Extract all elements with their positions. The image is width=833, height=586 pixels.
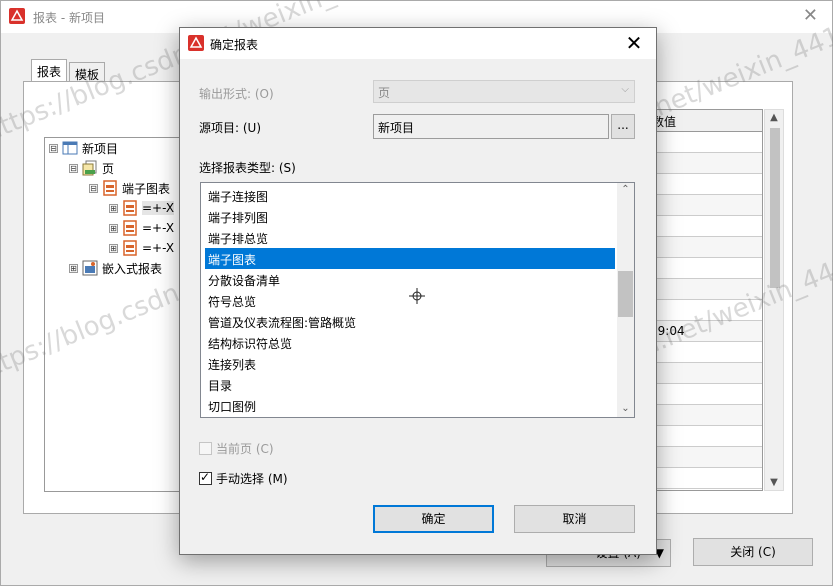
tree-node-label: =+-X: [142, 221, 175, 235]
scroll-up-icon[interactable]: ⌃: [617, 184, 634, 195]
tree-node-label: =+-X: [142, 241, 175, 255]
cancel-button[interactable]: 取消: [514, 505, 635, 533]
list-item[interactable]: 连接列表: [205, 353, 615, 374]
scroll-thumb[interactable]: [770, 128, 780, 288]
tree-node-terminal-strip[interactable]: ⊞ =+-X: [109, 218, 174, 238]
property-grid-scrollbar[interactable]: ▲ ▼: [764, 109, 784, 491]
page-icon: [82, 160, 97, 176]
close-button[interactable]: 关闭 (C): [693, 538, 813, 566]
report-window-title: 报表 - 新项目: [33, 11, 105, 25]
manual-select-checkbox[interactable]: ✓: [199, 470, 212, 485]
tree-node-label: 端子图表: [122, 181, 171, 196]
current-page-checkbox-row: 当前页 (C): [199, 440, 274, 457]
report-type-label: 选择报表类型: (S): [199, 161, 296, 175]
list-item[interactable]: 切口图例: [205, 395, 615, 416]
terminal-diagram-icon: [103, 180, 117, 196]
eplan-app-icon: [188, 35, 204, 51]
list-item[interactable]: 目录: [205, 374, 615, 395]
expand-icon[interactable]: ⊞: [69, 263, 78, 273]
table-icon: [62, 141, 78, 155]
ok-button[interactable]: 确定: [373, 505, 494, 533]
output-form-value: 页: [378, 86, 391, 100]
tree-node-terminal-diagram[interactable]: ⊟ 端子图表: [89, 178, 170, 198]
list-item[interactable]: 端子排列图: [205, 206, 615, 227]
collapse-icon[interactable]: ⊟: [69, 163, 78, 173]
cancel-button-label: 取消: [562, 512, 587, 526]
report-type-scrollbar[interactable]: ⌃ ⌄: [617, 183, 634, 417]
embedded-report-icon: [82, 260, 98, 276]
output-form-label: 输出形式: (O): [199, 87, 274, 101]
list-item[interactable]: 端子连接图: [205, 185, 615, 206]
terminal-diagram-icon: [123, 240, 137, 256]
tree-node-pages[interactable]: ⊟ 页: [69, 158, 114, 178]
tab-template-label: 模板: [75, 68, 100, 82]
terminal-diagram-icon: [123, 220, 137, 236]
terminal-diagram-icon: [123, 200, 137, 216]
crosshair-cursor-icon: [409, 288, 425, 304]
collapse-icon[interactable]: ⊟: [89, 183, 98, 193]
source-project-label: 源项目: (U): [199, 121, 262, 135]
checkmark-icon: ✓: [200, 470, 211, 484]
list-item[interactable]: 管道及仪表流程图:管路概览: [205, 311, 615, 332]
manual-select-checkbox-row[interactable]: ✓ 手动选择 (M): [199, 470, 288, 487]
eplan-app-icon: [9, 8, 25, 24]
list-item[interactable]: 端子排总览: [205, 227, 615, 248]
scroll-thumb[interactable]: [618, 271, 633, 317]
list-item[interactable]: 结构标识符总览: [205, 332, 615, 353]
tree-node-label: 页: [102, 161, 115, 176]
source-project-value: 新项目: [378, 121, 415, 135]
chevron-down-icon: ⌵: [621, 84, 629, 95]
tree-node-label: 嵌入式报表: [102, 261, 163, 276]
expand-icon[interactable]: ⊞: [109, 203, 118, 213]
tree-node-terminal-strip[interactable]: ⊞ =+-X: [109, 198, 175, 218]
browse-project-label: ...: [617, 118, 629, 132]
expand-icon[interactable]: ⊞: [109, 223, 118, 233]
determine-report-dialog: 确定报表 ✕ 输出形式: (O) 页 ⌵ 源项目: (U) 新项目 ... 选择…: [179, 27, 657, 555]
dialog-close-icon[interactable]: ✕: [612, 28, 656, 59]
report-window-close-icon[interactable]: ✕: [803, 5, 818, 26]
scroll-up-icon[interactable]: ▲: [765, 112, 783, 123]
dialog-title: 确定报表: [210, 38, 259, 52]
dialog-titlebar: 确定报表 ✕: [180, 28, 656, 59]
ok-button-label: 确定: [421, 512, 446, 526]
tree-node-project[interactable]: ⊟ 新项目: [49, 138, 118, 158]
tab-report-label: 报表: [37, 65, 62, 79]
output-form-select: 页 ⌵: [373, 80, 635, 103]
tree-node-embedded-reports[interactable]: ⊞ 嵌入式报表: [69, 258, 162, 278]
list-item-selected[interactable]: 端子图表: [205, 248, 615, 269]
scroll-down-icon[interactable]: ▼: [765, 477, 783, 488]
collapse-icon[interactable]: ⊟: [49, 143, 58, 153]
tab-report[interactable]: 报表: [31, 59, 68, 81]
tree-node-label: 新项目: [82, 141, 119, 156]
source-project-field[interactable]: 新项目: [373, 114, 609, 139]
current-page-checkbox: [199, 442, 212, 455]
tree-node-label: =+-X: [142, 201, 175, 215]
scroll-down-icon[interactable]: ⌄: [617, 403, 634, 414]
expand-icon[interactable]: ⊞: [109, 243, 118, 253]
report-tree[interactable]: ⊟ 新项目 ⊟ 页 ⊟ 端子图表 ⊞ =+-X ⊞ =+-X ⊞ =+-X ⊞ …: [44, 137, 184, 492]
manual-select-label: 手动选择 (M): [216, 472, 288, 486]
browse-project-button[interactable]: ...: [611, 114, 635, 139]
current-page-label: 当前页 (C): [216, 442, 274, 456]
close-button-label: 关闭 (C): [730, 545, 776, 559]
tab-template[interactable]: 模板: [69, 62, 106, 82]
tree-node-terminal-strip[interactable]: ⊞ =+-X: [109, 238, 174, 258]
